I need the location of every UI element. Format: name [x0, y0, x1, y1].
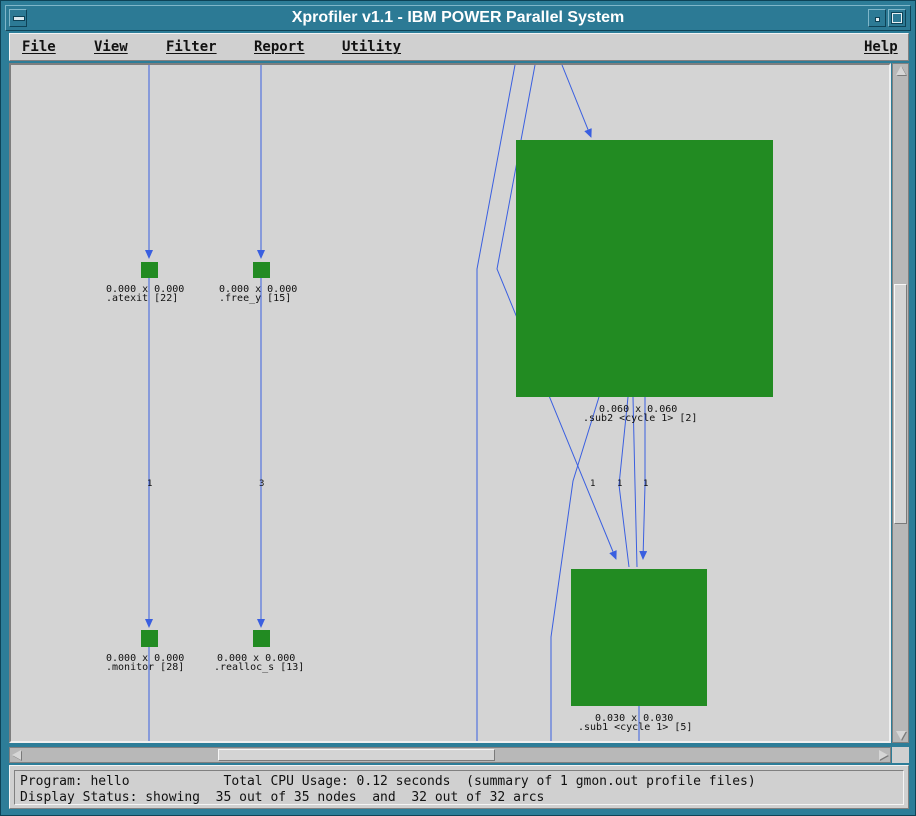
xprofiler-window: Xprofiler v1.1 - IBM POWER Parallel Syst…: [0, 0, 916, 816]
scroll-up-icon[interactable]: [896, 66, 906, 75]
status-display-line: Display Status: showing 35 out of 35 nod…: [20, 790, 545, 805]
menu-utility[interactable]: Utility: [342, 39, 401, 55]
node-atexit-name: .atexit [22]: [106, 293, 178, 304]
scroll-left-icon[interactable]: [12, 750, 21, 760]
horizontal-scroll-thumb[interactable]: [218, 749, 495, 761]
node-atexit[interactable]: [141, 262, 158, 278]
node-free-y[interactable]: [253, 262, 270, 278]
minimize-icon[interactable]: [868, 9, 886, 27]
status-program-line: Program: hello Total CPU Usage: 0.12 sec…: [20, 774, 756, 789]
vertical-scroll-thumb[interactable]: [894, 284, 907, 524]
scrollbar-corner: [892, 747, 909, 763]
menu-filter[interactable]: Filter: [166, 39, 217, 55]
node-sub1[interactable]: [571, 569, 707, 706]
arc-count-label: 3: [259, 479, 264, 489]
node-realloc-s[interactable]: [253, 630, 270, 647]
maximize-icon[interactable]: [888, 9, 906, 27]
scroll-down-icon[interactable]: [896, 731, 906, 740]
node-sub2[interactable]: [516, 140, 773, 397]
menu-view[interactable]: View: [94, 39, 128, 55]
node-sub1-name: .sub1 <cycle 1> [5]: [578, 722, 692, 733]
menu-file[interactable]: File: [22, 39, 56, 55]
arc-count-label: 1: [147, 479, 152, 489]
horizontal-scrollbar[interactable]: [9, 747, 891, 763]
node-free-y-name: .free_y [15]: [219, 293, 291, 304]
arc-count-label: 1: [590, 479, 595, 489]
window-title: Xprofiler v1.1 - IBM POWER Parallel Syst…: [291, 9, 625, 26]
node-sub2-name: .sub2 <cycle 1> [2]: [583, 413, 697, 424]
title-bar[interactable]: Xprofiler v1.1 - IBM POWER Parallel Syst…: [5, 5, 911, 31]
menu-help[interactable]: Help: [864, 39, 898, 55]
status-panel: Program: hello Total CPU Usage: 0.12 sec…: [14, 770, 904, 805]
arc-count-label: 1: [617, 479, 622, 489]
scroll-right-icon[interactable]: [879, 750, 888, 760]
node-monitor-name: .monitor [28]: [106, 662, 184, 673]
menu-report[interactable]: Report: [254, 39, 305, 55]
arc-count-label: 1: [643, 479, 648, 489]
node-monitor[interactable]: [141, 630, 158, 647]
vertical-scrollbar[interactable]: [892, 63, 909, 743]
status-area: Program: hello Total CPU Usage: 0.12 sec…: [9, 765, 909, 809]
call-graph-canvas[interactable]: 1 3 1 1 1 0.000 x 0.000 .atexit [22] 0.0…: [9, 63, 891, 743]
node-realloc-s-name: .realloc_s [13]: [214, 662, 304, 673]
arc-long-left[interactable]: [476, 65, 516, 741]
arc-into-sub2[interactable]: [561, 65, 592, 138]
menu-bar: File View Filter Report Utility Help: [9, 33, 909, 61]
